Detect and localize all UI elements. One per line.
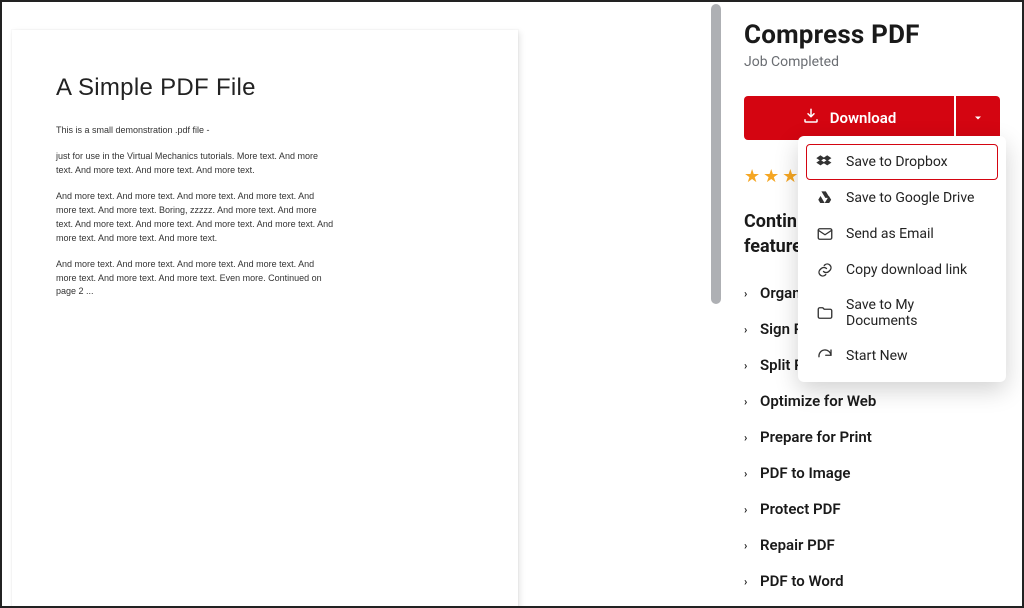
- star-icon: ★: [763, 166, 779, 187]
- menu-item-folder[interactable]: Save to My Documents: [806, 288, 998, 338]
- continue-heading-line: feature: [744, 236, 802, 257]
- chevron-right-icon: ›: [744, 467, 750, 480]
- sidebar: Compress PDF Job Completed Download ★ ★: [722, 2, 1022, 606]
- feature-item[interactable]: › PDF to Image: [744, 455, 1000, 491]
- chevron-right-icon: ›: [744, 503, 750, 516]
- job-status: Job Completed: [744, 54, 1000, 70]
- chevron-right-icon: ›: [744, 359, 750, 372]
- caret-down-icon: [972, 109, 984, 128]
- page-title: Compress PDF: [744, 20, 1000, 50]
- menu-item-dropbox[interactable]: Save to Dropbox: [806, 144, 998, 180]
- chevron-right-icon: ›: [744, 575, 750, 588]
- feature-item[interactable]: › PDF to Word: [744, 563, 1000, 599]
- feature-item-label: PDF to Word: [760, 572, 844, 590]
- feature-item-label: PDF to Image: [760, 464, 850, 482]
- star-icon: ★: [744, 166, 760, 187]
- chevron-right-icon: ›: [744, 395, 750, 408]
- pdf-paragraph: This is a small demonstration .pdf file …: [56, 124, 336, 138]
- refresh-icon: [816, 347, 834, 365]
- feature-item[interactable]: › Repair PDF: [744, 527, 1000, 563]
- feature-item[interactable]: › Prepare for Print: [744, 419, 1000, 455]
- menu-item-label: Save to Dropbox: [846, 154, 948, 170]
- feature-item-label: Prepare for Print: [760, 428, 872, 446]
- feature-item-label: Protect PDF: [760, 500, 841, 518]
- pdf-preview-pane: A Simple PDF File This is a small demons…: [2, 2, 722, 606]
- pdf-paragraph: And more text. And more text. And more t…: [56, 258, 336, 300]
- preview-scrollbar-thumb[interactable]: [711, 4, 721, 304]
- chevron-right-icon: ›: [744, 287, 750, 300]
- download-menu-toggle[interactable]: [956, 96, 1000, 140]
- folder-icon: [816, 304, 834, 322]
- menu-item-envelope[interactable]: Send as Email: [806, 216, 998, 252]
- envelope-icon: [816, 225, 834, 243]
- pdf-paragraph: And more text. And more text. And more t…: [56, 190, 336, 246]
- pdf-page-title: A Simple PDF File: [56, 74, 478, 102]
- feature-item[interactable]: ›PDF to Excel: [744, 599, 1000, 608]
- download-dropdown-menu: Save to Dropbox Save to Google Drive Send …: [798, 136, 1006, 382]
- feature-item[interactable]: › Optimize for Web: [744, 383, 1000, 419]
- feature-item[interactable]: › Protect PDF: [744, 491, 1000, 527]
- pdf-paragraph: just for use in the Virtual Mechanics tu…: [56, 150, 336, 178]
- menu-item-label: Start New: [846, 348, 908, 364]
- preview-scrollbar[interactable]: [708, 2, 722, 606]
- menu-item-label: Send as Email: [846, 226, 934, 242]
- feature-item-label: Sign P: [760, 320, 803, 338]
- menu-item-google-drive[interactable]: Save to Google Drive: [806, 180, 998, 216]
- feature-item-label: Optimize for Web: [760, 392, 876, 410]
- link-icon: [816, 261, 834, 279]
- download-icon: [802, 107, 820, 129]
- menu-item-label: Copy download link: [846, 262, 967, 278]
- continue-heading-line: Contin: [744, 211, 797, 232]
- menu-item-link[interactable]: Copy download link: [806, 252, 998, 288]
- menu-item-refresh[interactable]: Start New: [806, 338, 998, 374]
- pdf-page: A Simple PDF File This is a small demons…: [12, 30, 518, 606]
- dropbox-icon: [816, 153, 834, 171]
- google-drive-icon: [816, 189, 834, 207]
- star-icon: ★: [782, 166, 798, 187]
- chevron-right-icon: ›: [744, 323, 750, 336]
- menu-item-label: Save to Google Drive: [846, 190, 974, 206]
- download-button-label: Download: [830, 109, 897, 127]
- chevron-right-icon: ›: [744, 431, 750, 444]
- feature-item-label: Repair PDF: [760, 536, 835, 554]
- chevron-right-icon: ›: [744, 539, 750, 552]
- download-button[interactable]: Download: [744, 96, 954, 140]
- menu-item-label: Save to My Documents: [846, 297, 988, 329]
